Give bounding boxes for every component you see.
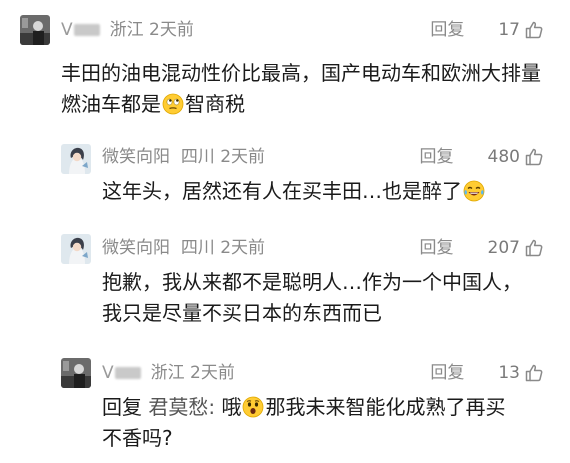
comment-meta: 微笑向阳 四川 2天前 <box>102 147 265 167</box>
avatar[interactable] <box>20 15 50 45</box>
timestamp: 2天前 <box>220 238 266 258</box>
reply-button[interactable]: 回复 <box>430 20 464 40</box>
comment-text: 这年头，居然还有人在买丰田…也是醉了 <box>102 176 542 207</box>
surprised-face-emoji <box>242 396 264 418</box>
username[interactable]: V <box>61 20 73 40</box>
rolling-eyes-emoji <box>162 93 184 115</box>
redacted-name-mark <box>73 24 100 36</box>
like-count: 480 <box>487 147 520 167</box>
like-count: 207 <box>487 238 520 258</box>
timestamp: 2天前 <box>220 147 266 167</box>
thumbs-up-icon[interactable] <box>524 147 544 167</box>
reply-prefix: 回复 <box>102 395 142 419</box>
location: 四川 <box>180 147 215 167</box>
comment-text: 抱歉，我从来都不是聪明人…作为一个中国人，我只是尽量不买日本的东西而已 <box>102 270 522 325</box>
comment-meta: V 浙江 2天前 <box>61 20 194 40</box>
comment-text: 丰田的油电混动性价比最高，国产电动车和欧洲大排量燃油车都是 智商税 <box>61 58 541 120</box>
redacted-name-mark <box>114 367 141 379</box>
comment-meta: V 浙江 2天前 <box>102 363 235 383</box>
comment-actions: 回复 480 <box>420 147 544 167</box>
location: 四川 <box>180 238 215 258</box>
location: 浙江 <box>109 20 144 40</box>
reply-button[interactable]: 回复 <box>420 238 454 258</box>
timestamp: 2天前 <box>149 20 194 40</box>
tears-of-joy-emoji <box>463 180 485 202</box>
reply-mention-link[interactable]: 君莫愁: <box>148 395 215 419</box>
thumbs-up-icon[interactable] <box>524 238 544 258</box>
thumbs-up-icon[interactable] <box>524 20 544 40</box>
comment-meta: 微笑向阳 四川 2天前 <box>102 238 265 258</box>
comment-text-part: 丰田的油电混动性价比最高，国产电动车和欧洲大排量燃油车都是 <box>61 61 541 116</box>
avatar[interactable] <box>61 358 91 388</box>
like-count: 17 <box>498 20 520 40</box>
comment-actions: 回复 13 <box>430 363 544 383</box>
username[interactable]: V <box>102 363 114 383</box>
like-count: 13 <box>498 363 520 383</box>
timestamp: 2天前 <box>190 363 235 383</box>
comment-actions: 回复 207 <box>420 238 544 258</box>
avatar[interactable] <box>61 234 91 264</box>
comment-text-part: 这年头，居然还有人在买丰田…也是醉了 <box>102 179 462 203</box>
reply-button[interactable]: 回复 <box>420 147 454 167</box>
comment-text-part: 智商税 <box>185 92 245 116</box>
username[interactable]: 微笑向阳 <box>102 147 170 167</box>
username[interactable]: 微笑向阳 <box>102 238 170 258</box>
reply-button[interactable]: 回复 <box>430 363 464 383</box>
location: 浙江 <box>150 363 185 383</box>
thumbs-up-icon[interactable] <box>524 363 544 383</box>
avatar[interactable] <box>61 144 91 174</box>
comment-text-part: 哦 <box>221 395 242 419</box>
comment-text: 回复 君莫愁: 哦那我未来智能化成熟了再买不香吗? <box>102 392 522 454</box>
comment-actions: 回复 17 <box>430 20 544 40</box>
